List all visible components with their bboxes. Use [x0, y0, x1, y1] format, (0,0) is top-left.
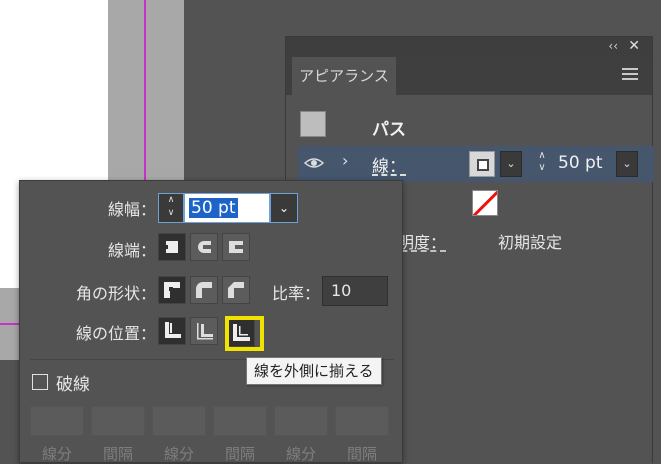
panel-menu-icon[interactable] — [622, 68, 638, 80]
gap-field[interactable] — [91, 406, 145, 436]
tab-appearance[interactable]: アピアランス — [292, 57, 396, 95]
gap-field[interactable] — [213, 406, 267, 436]
panel-title-bar: ‹‹ ✕ — [286, 37, 652, 57]
stroke-weight-label: 線幅： — [107, 200, 156, 219]
gap-field[interactable] — [335, 406, 389, 436]
chevron-right-icon[interactable]: › — [342, 151, 348, 170]
butt-cap-icon[interactable] — [158, 233, 186, 261]
eye-icon[interactable] — [303, 155, 325, 171]
dashed-line-label: 破線 — [56, 375, 90, 395]
tooltip: 線を外側に揃える — [246, 357, 382, 385]
horizontal-guide — [0, 323, 20, 325]
highlight-box — [225, 316, 264, 351]
align-center-icon[interactable] — [158, 317, 186, 345]
spin-arrows-icon[interactable]: ∧ ∨ — [532, 150, 552, 178]
collapse-icon[interactable]: ‹‹ — [608, 39, 618, 53]
stroke-weight-input[interactable]: 50 pt — [184, 193, 270, 223]
path-label: パス — [372, 120, 406, 140]
bevel-join-icon[interactable] — [222, 276, 250, 304]
round-join-icon[interactable] — [190, 276, 218, 304]
opacity-value: 初期設定 — [498, 233, 563, 252]
dashed-line-checkbox[interactable] — [32, 374, 48, 390]
align-stroke-label: 線の位置： — [75, 324, 156, 343]
stroke-weight-dropdown[interactable]: ⌄ — [270, 193, 298, 223]
stroke-label[interactable]: 線： — [372, 152, 406, 177]
dash-field[interactable] — [274, 406, 328, 436]
stroke-weight-dropdown[interactable]: ⌄ — [616, 151, 638, 177]
cap-label: 線端： — [107, 241, 156, 260]
dash-field[interactable] — [30, 406, 84, 436]
projecting-cap-icon[interactable] — [222, 233, 250, 261]
gap-field-label: 間隔 — [224, 445, 255, 463]
dash-field[interactable] — [152, 406, 206, 436]
dash-field-label: 線分 — [285, 445, 316, 463]
dash-field-label: 線分 — [163, 445, 194, 463]
align-inside-icon[interactable] — [190, 317, 218, 345]
dash-field-label: 線分 — [41, 445, 72, 463]
stroke-weight-value[interactable]: 50 pt — [558, 153, 603, 173]
corner-label: 角の形状： — [75, 284, 156, 303]
round-cap-icon[interactable] — [190, 233, 218, 261]
vertical-guide — [144, 0, 146, 184]
spin-arrows-icon[interactable]: ∧ ∨ — [158, 193, 184, 223]
miter-ratio-label: 比率： — [271, 284, 320, 303]
path-thumbnail — [300, 111, 326, 137]
stroke-color-swatch[interactable] — [469, 151, 495, 177]
fill-none-swatch[interactable] — [472, 190, 498, 216]
stroke-options-popup: 線幅： ∧ ∨ 50 pt ⌄ 線端： 角の形状： 比率： 10 線の位置： 破線… — [19, 180, 403, 463]
stroke-weight-input-text: 50 pt — [189, 198, 238, 218]
gap-field-label: 間隔 — [102, 445, 133, 463]
miter-join-icon[interactable] — [158, 276, 186, 304]
close-icon[interactable]: ✕ — [628, 38, 640, 54]
miter-ratio-input[interactable]: 10 — [322, 276, 388, 306]
stroke-color-dropdown[interactable]: ⌄ — [500, 151, 522, 177]
gap-field-label: 間隔 — [346, 445, 377, 463]
